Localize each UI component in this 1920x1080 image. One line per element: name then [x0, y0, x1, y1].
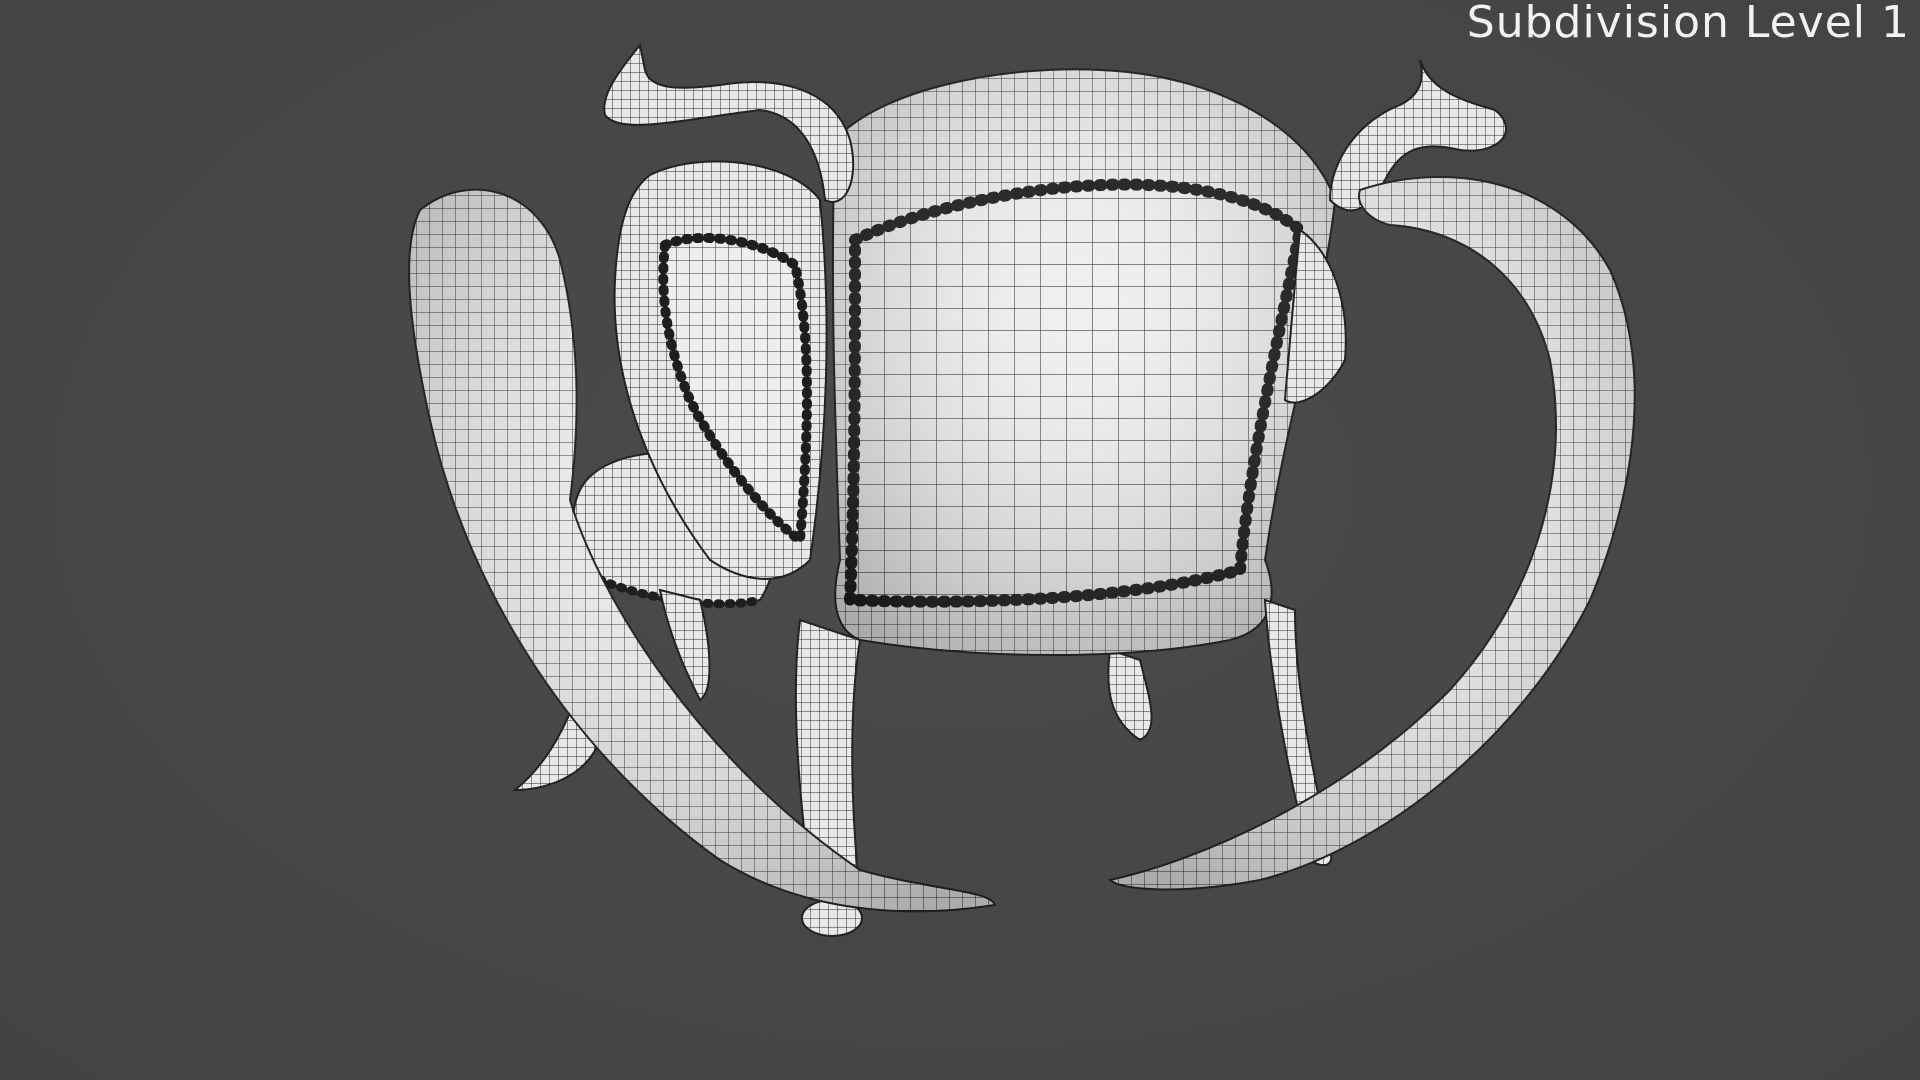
- chair-back: [831, 68, 1337, 656]
- chair-model: [408, 42, 1636, 937]
- 3d-viewport[interactable]: Subdivision Level 1: [0, 0, 1920, 1080]
- subdivision-level-label: Subdivision Level 1: [1466, 0, 1910, 48]
- back-leg-right: [1107, 648, 1153, 742]
